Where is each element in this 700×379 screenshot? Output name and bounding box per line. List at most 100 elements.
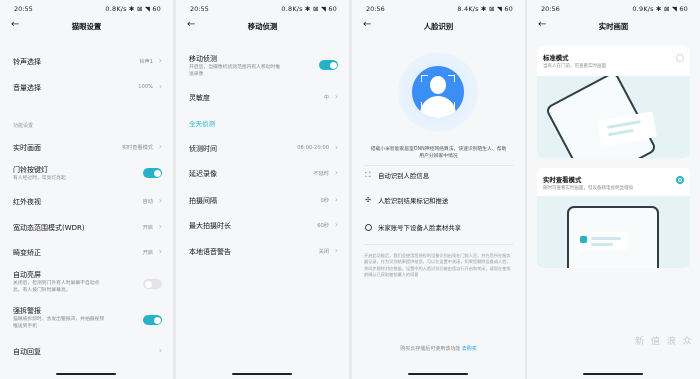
chevron-right-icon: › xyxy=(334,168,338,177)
motion-detection-screen: 20:55 0.8K/s ✱ ⊠ ◥ 60 ← 移动侦测 移动侦测 开启后，当摄… xyxy=(176,0,349,379)
door-light-row: 门铃按键灯 有人经过时，常亮灯亮起 xyxy=(0,165,173,187)
chevron-right-icon: › xyxy=(158,82,162,91)
max-duration-value: 60秒 xyxy=(317,223,329,229)
scan-frame-icon: ⛶ xyxy=(365,171,371,179)
sensitivity-value: 中 xyxy=(323,95,329,101)
voice-warning-row[interactable]: 本地语音警告 关闭 › xyxy=(176,246,349,260)
page-title: 实时画面 xyxy=(598,22,629,31)
status-network: 0.8K/s ✱ ⊠ ◥ 60 xyxy=(105,5,161,13)
home-indicator[interactable] xyxy=(583,373,643,375)
auto-screen-toggle[interactable] xyxy=(143,279,162,289)
motion-toggle[interactable] xyxy=(319,60,338,70)
shot-interval-row[interactable]: 拍摄间隔 0秒 › xyxy=(176,195,349,209)
auto-screen-label: 自动亮屏 xyxy=(13,271,41,279)
face-scan-illustration xyxy=(398,52,478,132)
sensitivity-row[interactable]: 灵敏度 中 › xyxy=(176,92,349,106)
top-bar: ← 猫眼设置 xyxy=(0,18,173,36)
chevron-right-icon: › xyxy=(334,246,338,255)
night-vision-row[interactable]: 红外夜视 自动 › xyxy=(0,196,173,210)
live-mode-illustration xyxy=(537,196,690,268)
distortion-label: 畸变矫正 xyxy=(13,249,41,257)
tamper-alarm-label: 强拆警报 xyxy=(13,307,41,315)
shot-interval-label: 拍摄间隔 xyxy=(189,197,217,205)
divider xyxy=(364,244,513,245)
volume-row[interactable]: 音量选择 100% › xyxy=(0,82,173,96)
wdr-row[interactable]: 宽动态范围模式(WDR) 开启 › xyxy=(0,222,173,236)
ringtone-label: 铃声选择 xyxy=(13,58,41,66)
status-bar: 20:56 8.4K/s ✱ ⊠ ◥ 60 xyxy=(352,3,525,15)
motion-row: 移动侦测 开启后，当摄像机侦测范围内有人移动时推 送录像 xyxy=(176,54,349,80)
live-view-row[interactable]: 实时画面 实时查看模式 › xyxy=(0,142,173,156)
shot-interval-value: 0秒 xyxy=(320,198,330,204)
page-title: 移动侦测 xyxy=(247,22,278,31)
home-indicator[interactable] xyxy=(408,373,468,375)
distortion-row[interactable]: 畸变矫正 开启 › xyxy=(0,247,173,261)
chevron-right-icon: › xyxy=(334,143,338,152)
home-indicator[interactable] xyxy=(232,373,292,375)
door-light-toggle[interactable] xyxy=(143,168,162,178)
top-bar: ← 移动侦测 xyxy=(176,18,349,36)
top-bar: ← 人脸识别 xyxy=(352,18,525,36)
face-recognition-screen: 20:56 8.4K/s ✱ ⊠ ◥ 60 ← 人脸识别 搭载小米智能家居室DN… xyxy=(352,0,525,379)
wdr-label: 宽动态范围模式(WDR) xyxy=(13,224,85,232)
delay-record-row[interactable]: 延迟录像 不延时 › xyxy=(176,168,349,182)
auto-reply-row[interactable]: 自动回复 › xyxy=(0,346,173,360)
door-light-desc: 有人经过时，常亮灯亮起 xyxy=(13,176,66,181)
face-result-push-item[interactable]: ✣ 人脸识别结果标记和推送 xyxy=(352,193,525,211)
live-view-mode-screen: 20:56 0.9K/s ✱ ⊠ ◥ 60 ← 实时画面 标准模式 当有人在门前… xyxy=(527,0,700,379)
motion-label: 移动侦测 xyxy=(189,55,217,63)
distortion-value: 开启 xyxy=(142,250,153,256)
chevron-right-icon: › xyxy=(334,92,338,101)
standard-mode-desc: 当有人在门前，可查看实时画面 xyxy=(543,64,606,69)
ringtone-row[interactable]: 铃声选择 铃声1 › xyxy=(0,56,173,70)
page-title: 猫眼设置 xyxy=(71,22,102,31)
chevron-right-icon: › xyxy=(158,247,162,256)
status-network: 8.4K/s ✱ ⊠ ◥ 60 xyxy=(457,5,513,13)
chevron-right-icon: › xyxy=(158,196,162,205)
ringtone-value: 铃声1 xyxy=(139,59,153,65)
cloud-storage-note: 购买云存储后可使用该功能 去购买 xyxy=(352,345,525,352)
detection-time-row[interactable]: 侦测时间 08:00-20:00 › xyxy=(176,143,349,157)
auto-face-identify-label: 自动识别人脸信息 xyxy=(378,172,430,180)
delay-record-value: 不延时 xyxy=(313,171,329,177)
tamper-alarm-desc-2: 推送到手机 xyxy=(13,324,37,329)
live-view-value: 实时查看模式 xyxy=(121,145,153,151)
cloud-storage-text: 购买云存储后可使用该功能 xyxy=(400,346,461,352)
standard-mode-radio[interactable] xyxy=(676,54,684,62)
divider xyxy=(364,165,513,166)
live-view-label: 实时画面 xyxy=(13,144,41,152)
buy-link[interactable]: 去购买 xyxy=(462,346,477,352)
status-network: 0.9K/s ✱ ⊠ ◥ 60 xyxy=(632,5,688,13)
circle-icon xyxy=(365,224,372,231)
standard-mode-illustration xyxy=(537,76,690,158)
max-duration-row[interactable]: 最大拍摄时长 60秒 › xyxy=(176,220,349,234)
auto-face-identify-item[interactable]: ⛶ 自动识别人脸信息 xyxy=(352,168,525,186)
motion-desc-2: 送录像 xyxy=(189,72,204,77)
face-share-label: 米家账号下设备人脸素材共享 xyxy=(378,224,462,232)
status-time: 20:55 xyxy=(190,5,209,13)
section-header: 功能设置 xyxy=(13,123,34,129)
status-bar: 20:55 0.8K/s ✱ ⊠ ◥ 60 xyxy=(176,3,349,15)
tamper-alarm-toggle[interactable] xyxy=(143,315,162,325)
chevron-right-icon: › xyxy=(158,346,162,355)
voice-warning-label: 本地语音警告 xyxy=(189,248,231,256)
night-vision-label: 红外夜视 xyxy=(13,198,41,206)
live-mode-radio[interactable] xyxy=(676,176,684,184)
status-bar: 20:56 0.9K/s ✱ ⊠ ◥ 60 xyxy=(527,3,700,15)
status-network: 0.8K/s ✱ ⊠ ◥ 60 xyxy=(281,5,337,13)
live-mode-title: 实时查看模式 xyxy=(543,176,582,184)
standard-mode-title: 标准模式 xyxy=(543,54,569,62)
max-duration-label: 最大拍摄时长 xyxy=(189,222,231,230)
page-title: 人脸识别 xyxy=(423,22,454,31)
auto-screen-desc-2: 亮，有人按门铃时屏幕亮。 xyxy=(13,288,71,293)
wdr-value: 开启 xyxy=(142,225,153,231)
home-indicator[interactable] xyxy=(56,373,116,375)
standard-mode-card[interactable]: 标准模式 当有人在门前，可查看实时画面 xyxy=(537,46,690,158)
face-share-item[interactable]: 米家账号下设备人脸素材共享 xyxy=(352,220,525,238)
live-mode-card[interactable]: 实时查看模式 随时可查看实时画面，但设备耗电会明显增加 xyxy=(537,168,690,268)
volume-value: 100% xyxy=(138,84,153,90)
face-avatar-icon xyxy=(412,66,464,118)
status-time: 20:55 xyxy=(14,5,33,13)
motion-desc-1: 开启后，当摄像机侦测范围内有人移动时推 xyxy=(189,65,281,70)
status-time: 20:56 xyxy=(366,5,385,13)
